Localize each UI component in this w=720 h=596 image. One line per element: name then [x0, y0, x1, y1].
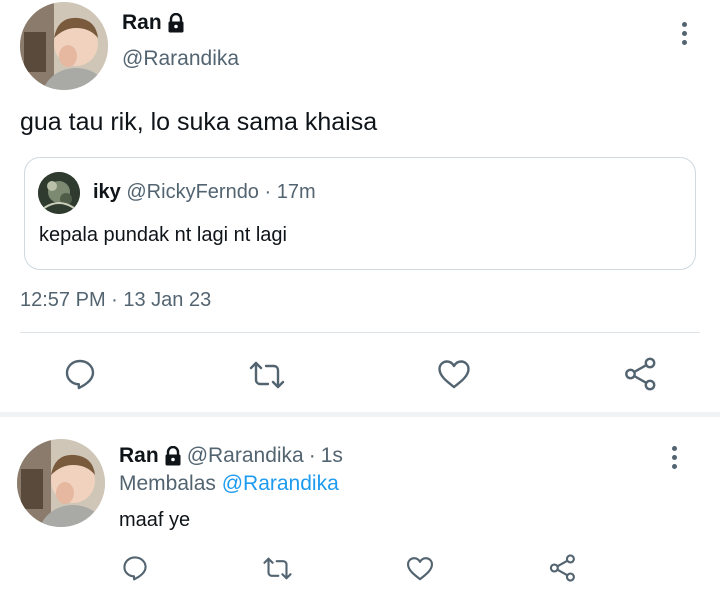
replying-handle-link[interactable]: @Rarandika — [222, 472, 339, 495]
reply-author-name[interactable]: Ran — [119, 444, 159, 468]
retweet-icon[interactable] — [248, 360, 286, 390]
divider — [20, 332, 700, 333]
replying-to: Membalas @Rarandika — [119, 472, 339, 496]
share-icon[interactable] — [624, 357, 658, 391]
quoted-text: kepala pundak nt lagi nt lagi — [39, 224, 287, 246]
quoted-time[interactable]: 17m — [277, 181, 316, 203]
reply-text: maaf ye — [119, 509, 191, 531]
quoted-author-name[interactable]: iky — [93, 181, 121, 203]
reply-time[interactable]: 1s — [321, 444, 343, 468]
quoted-author-handle[interactable]: @RickyFerndo — [126, 181, 259, 203]
author-avatar[interactable] — [20, 2, 108, 90]
author-handle[interactable]: @Rarandika — [122, 47, 239, 71]
lock-icon — [167, 13, 185, 33]
author-name-row[interactable]: Ran — [122, 11, 185, 35]
reply-author-handle[interactable]: @Rarandika — [187, 444, 304, 468]
quoted-header: iky @RickyFerndo · 17m — [93, 181, 316, 204]
like-icon[interactable] — [437, 359, 471, 389]
retweet-icon[interactable] — [262, 556, 293, 581]
like-icon[interactable] — [406, 556, 434, 581]
replying-prefix: Membalas — [119, 472, 216, 495]
share-icon[interactable] — [549, 554, 577, 582]
reply-header: Ran @Rarandika · 1s — [119, 444, 343, 468]
tweet-timestamp[interactable]: 12:57 PM · 13 Jan 23 — [20, 289, 211, 312]
lock-icon — [164, 446, 182, 466]
more-options-icon[interactable] — [681, 22, 687, 45]
quoted-separator: · — [264, 181, 272, 203]
reply-more-options-icon[interactable] — [671, 446, 677, 469]
reply-separator: · — [308, 444, 316, 467]
tweet-separator — [0, 412, 720, 417]
reply-icon[interactable] — [64, 358, 96, 390]
tweet-text: gua tau rik, lo suka sama khaisa — [20, 108, 378, 136]
reply-icon[interactable] — [122, 555, 148, 581]
reply-author-avatar[interactable] — [17, 439, 105, 527]
quoted-tweet-card[interactable]: iky @RickyFerndo · 17m kepala pundak nt … — [24, 157, 696, 270]
quoted-author-avatar[interactable] — [38, 172, 80, 214]
author-name[interactable]: Ran — [122, 11, 162, 35]
